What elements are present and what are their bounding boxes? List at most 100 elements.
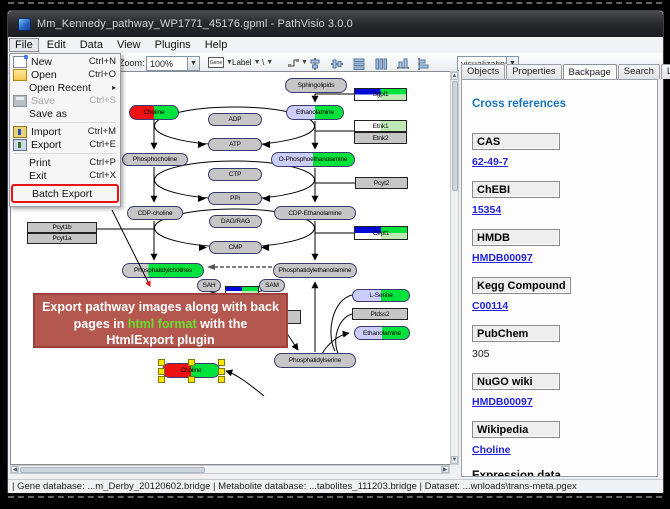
node-label: Choline	[181, 367, 202, 374]
selection-handle[interactable]	[218, 368, 225, 375]
submenu-arrow-icon: ▸	[112, 83, 116, 92]
align-left-icon[interactable]	[416, 57, 430, 70]
node-ptdss2[interactable]: Ptdss2	[352, 308, 408, 320]
node-dag[interactable]: DAG/RAG	[209, 215, 262, 228]
menubar-item-file[interactable]: File	[9, 38, 39, 52]
zoom-value: 100%	[147, 59, 187, 69]
canvas-vertical-scrollbar[interactable]: ▲ ▼	[450, 71, 459, 465]
xref-header-pubchem: PubChem	[472, 325, 560, 342]
file-menu-item-open-recent[interactable]: Open Recent▸	[10, 81, 120, 94]
node-ctp[interactable]: CTP	[208, 168, 262, 181]
menubar-item-help[interactable]: Help	[199, 38, 234, 52]
canvas-horizontal-scrollbar[interactable]: ◀ ▶	[10, 465, 450, 474]
node-label: Etnk2	[373, 135, 389, 142]
node-etnk2[interactable]: Etnk2	[354, 132, 407, 144]
tab-backpage[interactable]: Backpage	[563, 64, 617, 80]
scroll-right-icon[interactable]: ▶	[441, 466, 449, 473]
xref-link-kegg-compound[interactable]: C00114	[472, 300, 508, 312]
horizontal-scroll-thumb[interactable]	[20, 467, 205, 473]
menubar-item-edit[interactable]: Edit	[41, 38, 72, 52]
selection-handle[interactable]	[158, 376, 165, 383]
node-ppi[interactable]: PPi	[208, 192, 262, 205]
line-tool[interactable]: \ ▼	[260, 56, 275, 69]
node-cdp-choline[interactable]: CDP-choline	[127, 206, 183, 220]
xref-header-wikipedia: Wikipedia	[472, 421, 560, 438]
file-menu-item-exit[interactable]: ExitCtrl+X	[10, 169, 120, 182]
menu-item-shortcut: Ctrl+E	[89, 139, 116, 150]
chevron-down-icon[interactable]: ▼	[266, 59, 273, 66]
xref-link-hmdb[interactable]: HMDB00097	[472, 252, 533, 264]
connector-tool[interactable]: ▼	[286, 56, 310, 69]
file-menu-item-open[interactable]: OpenCtrl+O	[10, 68, 120, 81]
menubar-item-view[interactable]: View	[111, 38, 147, 52]
selection-handle[interactable]	[188, 376, 195, 383]
align-bottom-icon[interactable]	[396, 57, 410, 70]
node-etnk1[interactable]: Etnk1	[354, 120, 407, 132]
file-menu-item-import[interactable]: ImportCtrl+M	[10, 125, 120, 138]
distribute-horizontal-icon[interactable]	[352, 57, 366, 70]
selection-handle[interactable]	[218, 359, 225, 366]
xref-link-wikipedia[interactable]: Choline	[472, 444, 511, 456]
node-cept1[interactable]: Cept1	[354, 226, 408, 240]
node-adp[interactable]: ADP	[208, 113, 262, 126]
chevron-down-icon[interactable]: ▼	[187, 57, 199, 70]
menu-item-shortcut: Ctrl+X	[89, 170, 116, 181]
label-tool[interactable]: Label ▼	[230, 56, 263, 69]
node-pcyt1b[interactable]: Pcyt1b	[27, 222, 97, 233]
node-pcyt2[interactable]: Pcyt2	[355, 177, 408, 189]
application-window: Mm_Kennedy_pathway_WP1771_45176.gpml - P…	[7, 10, 664, 493]
xref-link-cas[interactable]: 62-49-7	[472, 156, 508, 168]
node-phosphatidylethanolamine[interactable]: Phosphatidylethanolamine	[273, 263, 357, 278]
node-label: Sphingolipids	[298, 82, 335, 89]
file-menu-item-save-as[interactable]: Save as	[10, 107, 120, 120]
node-l-serine[interactable]: L-Serine	[352, 289, 410, 302]
selection-handle[interactable]	[188, 359, 195, 366]
tab-legend[interactable]: Legend	[661, 64, 670, 79]
distribute-vertical-icon[interactable]	[374, 57, 388, 70]
node-cmp[interactable]: CMP	[209, 241, 262, 254]
scroll-left-icon[interactable]: ◀	[11, 466, 19, 473]
file-menu-item-save: SaveCtrl+S	[10, 94, 120, 107]
node-sgpl1[interactable]: Sgpl1	[354, 88, 407, 101]
vertical-scroll-thumb[interactable]	[452, 81, 458, 191]
menubar-item-data[interactable]: Data	[74, 38, 109, 52]
node-phosphatidylserine[interactable]: Phosphatidylserine	[274, 353, 356, 368]
file-menu-item-new[interactable]: NewCtrl+N	[10, 55, 120, 68]
selection-handle[interactable]	[158, 368, 165, 375]
file-menu-item-export[interactable]: ExportCtrl+E	[10, 138, 120, 151]
node-label: L-Serine	[369, 292, 392, 299]
node-phosphatidylcholines[interactable]: Phosphatidylcholines	[122, 263, 204, 278]
node-sam[interactable]: SAM	[259, 279, 285, 292]
window-title: Mm_Kennedy_pathway_WP1771_45176.gpml - P…	[37, 18, 353, 30]
node-phosphocholine[interactable]: Phosphocholine	[122, 153, 188, 166]
tab-objects[interactable]: Objects	[461, 64, 505, 79]
node-sphingolipids[interactable]: Sphingolipids	[285, 78, 347, 93]
tab-properties[interactable]: Properties	[506, 64, 561, 79]
file-menu-item-print[interactable]: PrintCtrl+P	[10, 156, 120, 169]
chevron-down-icon[interactable]: ▼	[301, 59, 308, 66]
export-icon	[13, 139, 27, 151]
align-middle-icon[interactable]	[330, 57, 344, 70]
xref-link-chebi[interactable]: 15354	[472, 204, 501, 216]
node-atp[interactable]: ATP	[208, 138, 262, 151]
tab-search[interactable]: Search	[618, 64, 660, 79]
scroll-up-icon[interactable]: ▲	[451, 72, 458, 80]
selection-handle[interactable]	[218, 376, 225, 383]
node-cdp-ethanolamine[interactable]: CDP-Ethanolamine	[274, 206, 356, 220]
zoom-combobox[interactable]: 100% ▼	[146, 56, 200, 71]
node-label: DAG/RAG	[221, 218, 250, 225]
node-ethanolamine-top[interactable]: Ethanolamine	[286, 105, 344, 120]
selection-handle[interactable]	[158, 359, 165, 366]
align-center-icon[interactable]	[308, 57, 322, 70]
node-o-phosphoethanolamine[interactable]: O-Phosphoethanolamine	[271, 152, 355, 167]
node-ethanolamine-bottom[interactable]: Ethanolamine	[354, 326, 410, 340]
node-sah[interactable]: SAH	[197, 279, 221, 292]
scroll-down-icon[interactable]: ▼	[451, 456, 458, 464]
save-icon	[13, 95, 27, 107]
xref-link-nugo-wiki[interactable]: HMDB00097	[472, 396, 533, 408]
node-label: Sgpl1	[373, 91, 389, 98]
node-choline-top[interactable]: Choline	[129, 105, 179, 120]
node-pcyt1a[interactable]: Pcyt1a	[27, 233, 97, 244]
file-menu-item-batch-export[interactable]: Batch Export	[11, 184, 119, 203]
menubar-item-plugins[interactable]: Plugins	[149, 38, 197, 52]
